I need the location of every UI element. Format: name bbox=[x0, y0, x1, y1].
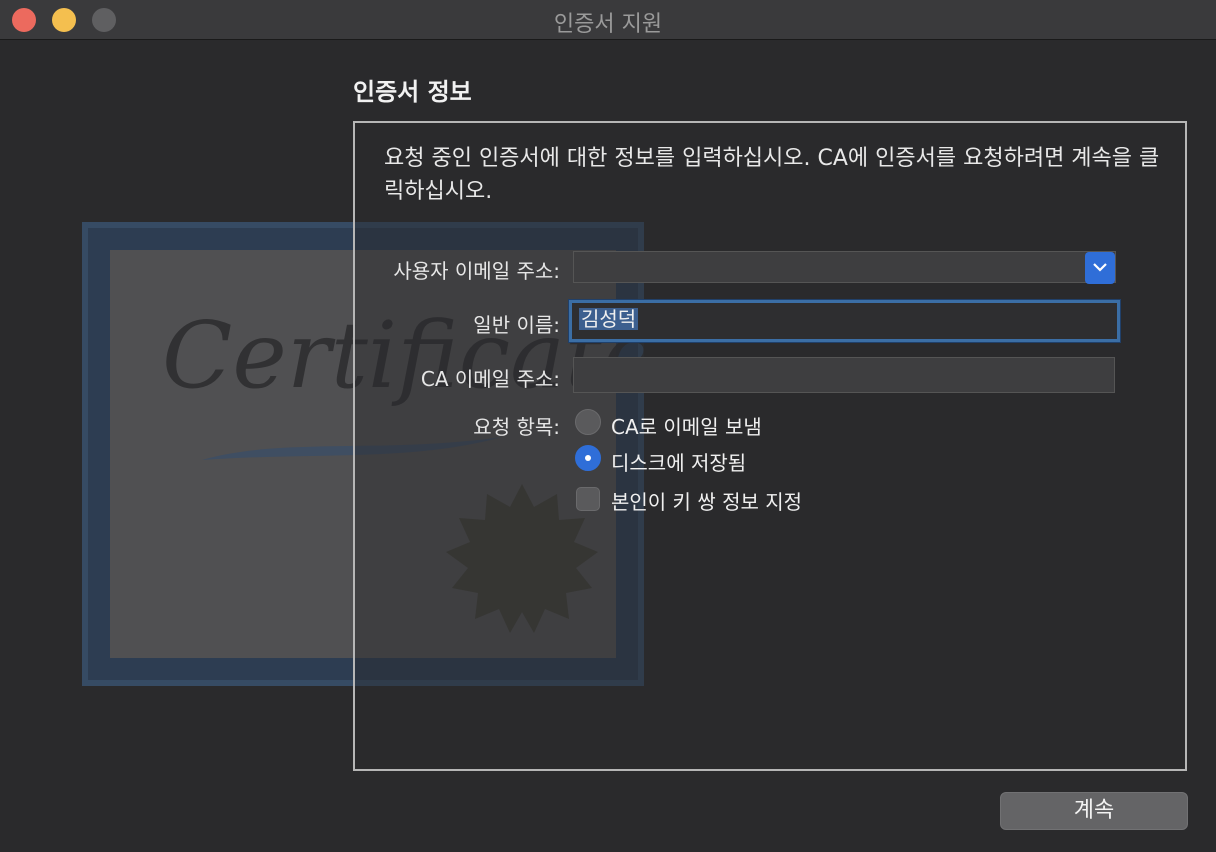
ca-email-field[interactable] bbox=[573, 357, 1115, 393]
save-to-disk-radio[interactable] bbox=[575, 445, 601, 471]
common-name-field[interactable]: 김성덕 bbox=[569, 300, 1120, 342]
user-email-combobox[interactable] bbox=[573, 251, 1116, 284]
common-name-label: 일반 이름: bbox=[473, 313, 560, 337]
email-to-ca-label[interactable]: CA로 이메일 보냄 bbox=[611, 411, 762, 440]
ca-email-label: CA 이메일 주소: bbox=[420, 367, 560, 391]
common-name-value: 김성덕 bbox=[579, 307, 639, 331]
window-title: 인증서 지원 bbox=[553, 12, 663, 37]
intro-text: 요청 중인 인증서에 대한 정보를 입력하십시오. CA에 인증서를 요청하려면… bbox=[384, 146, 1160, 204]
chevron-down-icon bbox=[1093, 263, 1107, 272]
email-to-ca-radio[interactable] bbox=[575, 409, 601, 435]
info-panel bbox=[353, 121, 1187, 771]
user-email-label: 사용자 이메일 주소: bbox=[393, 259, 560, 283]
key-pair-checkbox[interactable] bbox=[576, 487, 600, 511]
section-title: 인증서 정보 bbox=[353, 78, 472, 106]
key-pair-label[interactable]: 본인이 키 쌍 정보 지정 bbox=[611, 486, 802, 515]
user-email-dropdown-button[interactable] bbox=[1085, 252, 1115, 284]
save-to-disk-label[interactable]: 디스크에 저장됨 bbox=[611, 447, 746, 476]
request-label: 요청 항목: bbox=[473, 415, 560, 439]
title-bar: 인증서 지원 bbox=[0, 0, 1216, 40]
continue-button[interactable]: 계속 bbox=[1000, 792, 1188, 830]
